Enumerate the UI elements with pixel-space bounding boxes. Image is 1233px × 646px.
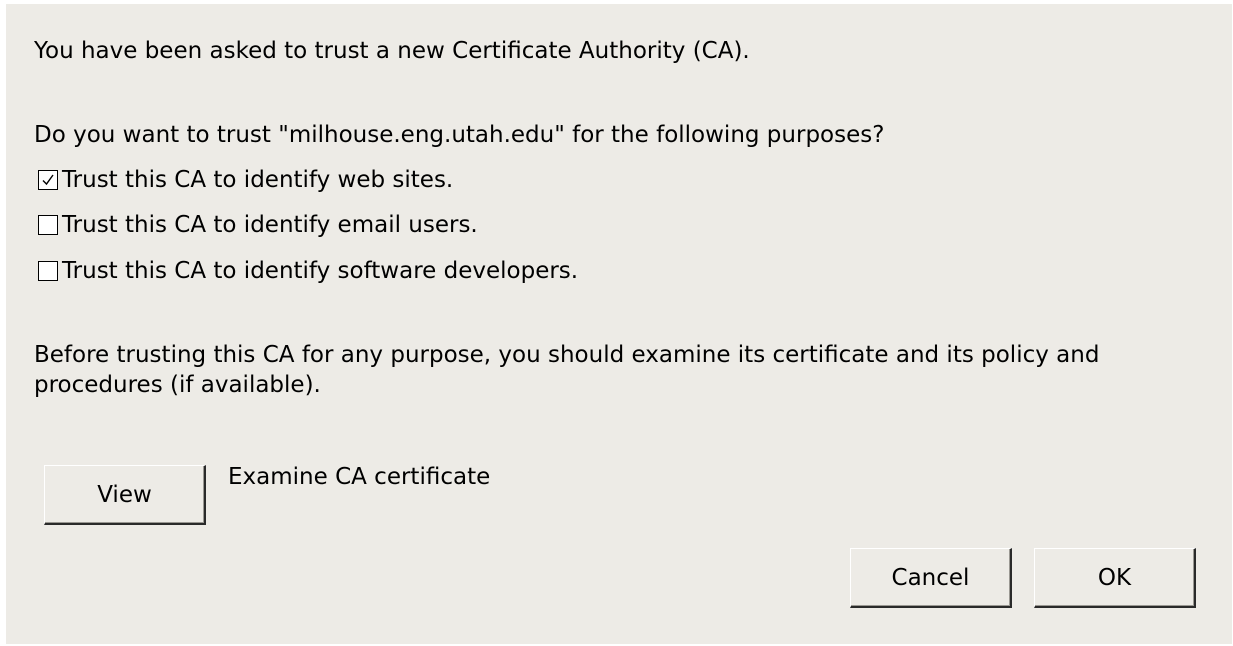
trust-software-option[interactable]: Trust this CA to identify software devel… [38,256,578,286]
trust-email-checkbox[interactable] [38,215,58,235]
trust-websites-option[interactable]: Trust this CA to identify web sites. [38,165,453,195]
view-button[interactable]: View [44,465,206,525]
intro-text: You have been asked to trust a new Certi… [34,38,750,64]
trust-software-label: Trust this CA to identify software devel… [62,258,579,284]
view-description: Examine CA certificate [228,464,491,490]
question-text: Do you want to trust "milhouse.eng.utah.… [34,122,885,148]
trust-ca-dialog: You have been asked to trust a new Certi… [6,4,1232,644]
trust-email-option[interactable]: Trust this CA to identify email users. [38,210,478,240]
ok-button[interactable]: OK [1034,548,1196,608]
trust-websites-checkbox[interactable] [38,170,58,190]
trust-websites-label: Trust this CA to identify web sites. [62,167,454,193]
cancel-button[interactable]: Cancel [850,548,1012,608]
check-icon [42,174,54,186]
advice-text: Before trusting this CA for any purpose,… [34,342,1100,398]
trust-software-checkbox[interactable] [38,261,58,281]
trust-email-label: Trust this CA to identify email users. [62,212,478,238]
